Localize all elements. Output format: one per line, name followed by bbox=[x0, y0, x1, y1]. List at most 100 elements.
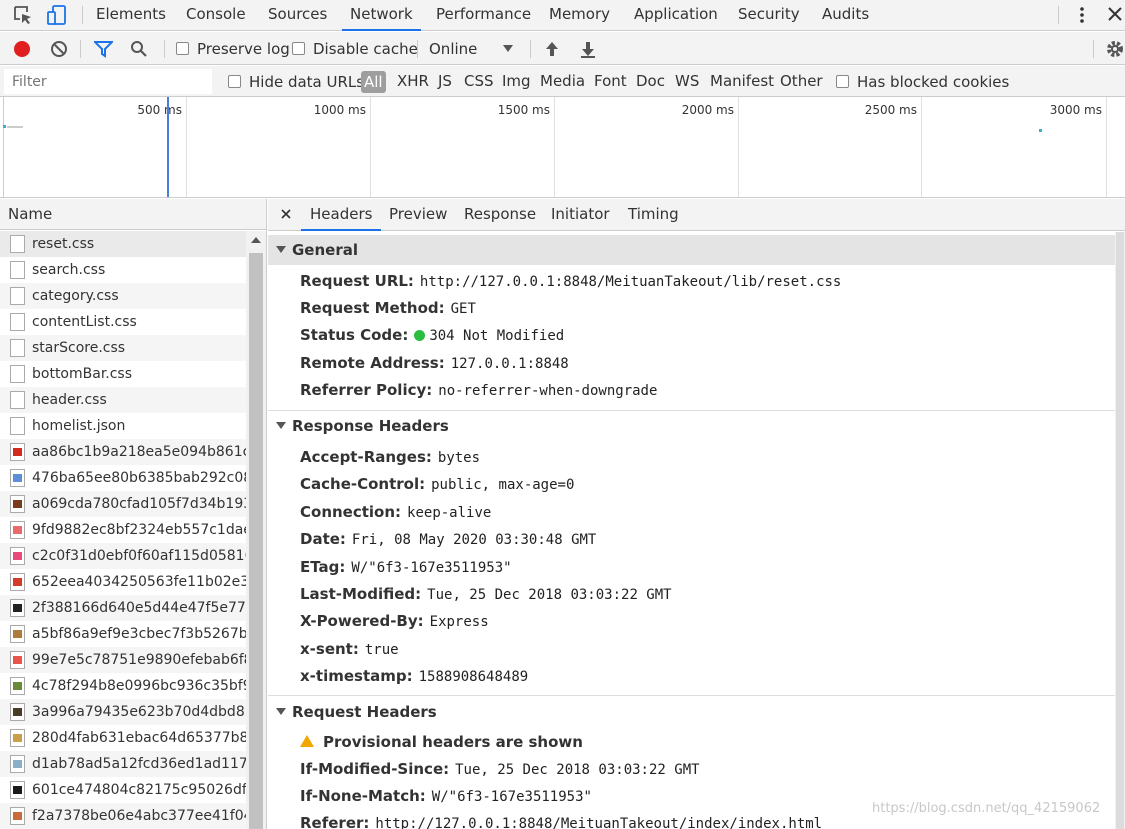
header-value: Tue, 25 Dec 2018 03:03:22 GMT bbox=[455, 762, 700, 778]
filter-type-doc[interactable]: Doc bbox=[636, 66, 665, 97]
header-value: W/"6f3-167e3511953" bbox=[351, 559, 512, 576]
device-toolbar-icon[interactable] bbox=[46, 4, 68, 26]
header-key: Last-Modified: bbox=[300, 585, 422, 603]
header-row: If-None-Match: W/"6f3-167e3511953" bbox=[300, 783, 592, 809]
request-name: contentList.css bbox=[32, 314, 137, 330]
request-row[interactable]: 476ba65ee80b6385bab292c085. bbox=[0, 465, 246, 491]
record-button[interactable] bbox=[13, 32, 31, 65]
request-row[interactable]: 652eea4034250563fe11b02e321 bbox=[0, 569, 246, 595]
filter-type-js[interactable]: JS bbox=[438, 66, 452, 97]
image-icon bbox=[10, 651, 25, 669]
filter-type-ws[interactable]: WS bbox=[675, 66, 699, 97]
request-row[interactable]: homelist.json bbox=[0, 413, 246, 439]
details-tab-response[interactable]: Response bbox=[464, 199, 536, 231]
network-toolbar: Preserve log Disable cache Online bbox=[0, 32, 1125, 65]
filter-type-xhr[interactable]: XHR bbox=[397, 66, 429, 97]
filter-type-all[interactable]: All bbox=[361, 71, 386, 93]
close-devtools-icon[interactable] bbox=[1106, 3, 1124, 25]
request-row[interactable]: category.css bbox=[0, 283, 246, 309]
request-row[interactable]: c2c0f31d0ebf0f60af115d058169 bbox=[0, 543, 246, 569]
request-list-scrollbar[interactable] bbox=[246, 231, 266, 829]
triangle-down-icon bbox=[276, 708, 286, 715]
preserve-log-checkbox[interactable]: Preserve log bbox=[176, 32, 290, 65]
request-name: f2a7378be06e4abc377ee41f04cc bbox=[32, 808, 246, 824]
tab-console[interactable]: Console bbox=[184, 0, 248, 31]
request-headers-section-header[interactable]: Request Headers bbox=[268, 697, 1115, 727]
filter-type-font[interactable]: Font bbox=[594, 66, 627, 97]
header-value: http://127.0.0.1:8848/MeituanTakeout/ind… bbox=[375, 816, 823, 829]
hide-data-urls-checkbox[interactable]: Hide data URLs bbox=[228, 66, 364, 97]
header-key: If-None-Match: bbox=[300, 787, 426, 805]
scroll-thumb[interactable] bbox=[1116, 232, 1124, 829]
has-blocked-cookies-checkbox[interactable]: Has blocked cookies bbox=[836, 66, 1009, 97]
filter-type-css[interactable]: CSS bbox=[464, 66, 494, 97]
timeline-gridline bbox=[554, 97, 555, 197]
network-overview-timeline[interactable]: 500 ms 1000 ms 1500 ms 2000 ms 2500 ms 3000 m… bbox=[0, 97, 1125, 198]
header-row: Accept-Ranges: bytes bbox=[300, 444, 480, 470]
response-headers-section-header[interactable]: Response Headers bbox=[268, 411, 1115, 441]
export-har-button[interactable] bbox=[580, 32, 596, 65]
general-section-header[interactable]: General bbox=[268, 235, 1115, 265]
tab-audits[interactable]: Audits bbox=[820, 0, 871, 31]
header-key: Referer: bbox=[300, 814, 370, 829]
request-row[interactable]: 4c78f294b8e0996bc936c35bf98. bbox=[0, 673, 246, 699]
details-tab-preview[interactable]: Preview bbox=[389, 199, 447, 231]
close-details-icon[interactable] bbox=[280, 199, 292, 231]
tab-performance[interactable]: Performance bbox=[434, 0, 533, 31]
name-column-header[interactable]: Name bbox=[0, 199, 266, 230]
tab-application[interactable]: Application bbox=[632, 0, 720, 31]
filter-input[interactable] bbox=[4, 69, 212, 94]
request-row[interactable]: reset.css bbox=[0, 231, 246, 257]
search-button[interactable] bbox=[130, 32, 148, 65]
details-tab-timing[interactable]: Timing bbox=[628, 199, 679, 231]
tab-security[interactable]: Security bbox=[736, 0, 802, 31]
request-name: a069cda780cfad105f7d34b193f4 bbox=[32, 496, 246, 512]
image-icon bbox=[10, 807, 25, 825]
scroll-thumb[interactable] bbox=[249, 253, 263, 829]
request-row[interactable]: 9fd9882ec8bf2324eb557c1dae5. bbox=[0, 517, 246, 543]
header-key: Connection: bbox=[300, 502, 402, 521]
request-row[interactable]: 2f388166d640e5d44e47f5e77a2 bbox=[0, 595, 246, 621]
request-row[interactable]: 3a996a79435e623b70d4dbd810 bbox=[0, 699, 246, 725]
details-scrollbar[interactable] bbox=[1115, 232, 1125, 829]
details-tab-headers[interactable]: Headers bbox=[301, 199, 382, 231]
request-row[interactable]: a5bf86a9ef9e3cbec7f3b5267b0b bbox=[0, 621, 246, 647]
request-row[interactable]: 280d4fab631ebac64d65377b864 bbox=[0, 725, 246, 751]
request-row[interactable]: search.css bbox=[0, 257, 246, 283]
request-row[interactable]: 99e7e5c78751e9890efebab6f82c bbox=[0, 647, 246, 673]
disable-cache-checkbox[interactable]: Disable cache bbox=[292, 32, 418, 65]
tab-elements[interactable]: Elements bbox=[94, 0, 168, 31]
throttling-select[interactable]: Online bbox=[429, 32, 517, 65]
request-row[interactable]: 601ce474804c82175c95026dfe4 bbox=[0, 777, 246, 803]
details-tab-initiator[interactable]: Initiator bbox=[551, 199, 610, 231]
filter-type-other[interactable]: Other bbox=[780, 66, 823, 97]
filter-type-img[interactable]: Img bbox=[502, 66, 531, 97]
request-row[interactable]: f2a7378be06e4abc377ee41f04cc bbox=[0, 803, 246, 829]
timeline-tick-label: 1500 ms bbox=[497, 103, 550, 117]
header-row: x-sent: true bbox=[300, 636, 399, 662]
tab-sources[interactable]: Sources bbox=[266, 0, 329, 31]
inspect-element-icon[interactable] bbox=[12, 4, 34, 26]
import-har-button[interactable] bbox=[544, 32, 560, 65]
network-settings-button[interactable] bbox=[1105, 32, 1125, 65]
clear-button[interactable] bbox=[50, 32, 68, 65]
request-row[interactable]: a069cda780cfad105f7d34b193f4 bbox=[0, 491, 246, 517]
filter-type-media[interactable]: Media bbox=[540, 66, 585, 97]
tab-memory[interactable]: Memory bbox=[547, 0, 612, 31]
scroll-up-icon[interactable] bbox=[251, 237, 261, 243]
request-row[interactable]: starScore.css bbox=[0, 335, 246, 361]
request-name: 2f388166d640e5d44e47f5e77a2 bbox=[32, 600, 246, 616]
filter-type-manifest[interactable]: Manifest bbox=[710, 66, 774, 97]
request-row[interactable]: bottomBar.css bbox=[0, 361, 246, 387]
request-row[interactable]: aa86bc1b9a218ea5e094b861c03 bbox=[0, 439, 246, 465]
referrer-policy-row: Referrer Policy: no-referrer-when-downgra… bbox=[300, 377, 657, 403]
request-row[interactable]: contentList.css bbox=[0, 309, 246, 335]
more-options-icon[interactable] bbox=[1073, 4, 1091, 26]
request-method-row: Request Method: GET bbox=[300, 295, 476, 321]
request-name: header.css bbox=[32, 392, 107, 408]
header-key: Cache-Control: bbox=[300, 475, 426, 494]
tab-network[interactable]: Network bbox=[342, 0, 421, 31]
request-row[interactable]: d1ab78ad5a12fcd36ed1ad1176c bbox=[0, 751, 246, 777]
filter-toggle-button[interactable] bbox=[94, 32, 113, 65]
request-row[interactable]: header.css bbox=[0, 387, 246, 413]
